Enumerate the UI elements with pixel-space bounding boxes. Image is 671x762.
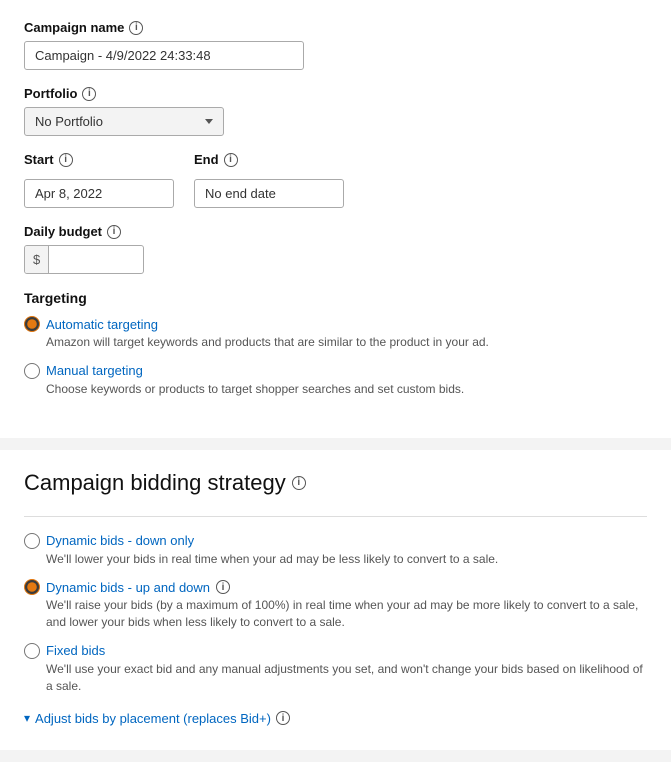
targeting-manual-item: Manual targeting Choose keywords or prod… xyxy=(24,363,647,398)
automatic-targeting-radio[interactable] xyxy=(24,316,40,332)
portfolio-info-icon[interactable]: i xyxy=(82,87,96,101)
campaign-name-label: Campaign name i xyxy=(24,20,647,35)
campaign-name-group: Campaign name i xyxy=(24,20,647,70)
start-date-field: Start i xyxy=(24,152,174,208)
campaign-name-info-icon[interactable]: i xyxy=(129,21,143,35)
down-only-label[interactable]: Dynamic bids - down only xyxy=(46,533,194,548)
targeting-radio-group: Automatic targeting Amazon will target k… xyxy=(24,316,647,398)
bidding-section: Campaign bidding strategy i Dynamic bids… xyxy=(0,450,671,750)
end-info-icon[interactable]: i xyxy=(224,153,238,167)
targeting-label: Targeting xyxy=(24,290,647,306)
up-down-radio[interactable] xyxy=(24,579,40,595)
bidding-title-info-icon[interactable]: i xyxy=(292,476,306,490)
daily-budget-label: Daily budget i xyxy=(24,224,647,239)
campaign-section: Campaign name i Portfolio i No Portfolio… xyxy=(0,0,671,438)
end-label: End i xyxy=(194,152,344,167)
bidding-fixed-item: Fixed bids We'll use your exact bid and … xyxy=(24,643,647,695)
budget-input[interactable] xyxy=(49,246,129,273)
up-down-label[interactable]: Dynamic bids - up and down xyxy=(46,580,210,595)
start-info-icon[interactable]: i xyxy=(59,153,73,167)
end-date-input[interactable] xyxy=(194,179,344,208)
end-date-field: End i xyxy=(194,152,344,208)
bidding-up-down-item: Dynamic bids - up and down i We'll raise… xyxy=(24,579,647,631)
budget-input-row: $ xyxy=(24,245,144,274)
start-date-input[interactable] xyxy=(24,179,174,208)
up-down-desc: We'll raise your bids (by a maximum of 1… xyxy=(46,597,647,631)
fixed-label[interactable]: Fixed bids xyxy=(46,643,105,658)
daily-budget-info-icon[interactable]: i xyxy=(107,225,121,239)
fixed-desc: We'll use your exact bid and any manual … xyxy=(46,661,647,695)
bidding-radio-group: Dynamic bids - down only We'll lower you… xyxy=(24,533,647,695)
manual-targeting-desc: Choose keywords or products to target sh… xyxy=(46,381,647,398)
daily-budget-group: Daily budget i $ xyxy=(24,224,647,274)
fixed-radio[interactable] xyxy=(24,643,40,659)
down-only-radio[interactable] xyxy=(24,533,40,549)
divider xyxy=(24,516,647,517)
chevron-down-icon: ▾ xyxy=(24,711,30,725)
bidding-down-only-item: Dynamic bids - down only We'll lower you… xyxy=(24,533,647,568)
down-only-desc: We'll lower your bids in real time when … xyxy=(46,551,647,568)
start-label: Start i xyxy=(24,152,174,167)
adjust-bids-info-icon[interactable]: i xyxy=(276,711,290,725)
date-row: Start i End i xyxy=(24,152,647,208)
up-down-info-icon[interactable]: i xyxy=(216,580,230,594)
automatic-targeting-label[interactable]: Automatic targeting xyxy=(46,317,158,332)
bidding-section-title: Campaign bidding strategy i xyxy=(24,470,647,496)
automatic-targeting-desc: Amazon will target keywords and products… xyxy=(46,334,647,351)
manual-targeting-radio[interactable] xyxy=(24,363,40,379)
adjust-bids-row[interactable]: ▾ Adjust bids by placement (replaces Bid… xyxy=(24,711,647,726)
manual-targeting-label[interactable]: Manual targeting xyxy=(46,363,143,378)
targeting-group: Targeting Automatic targeting Amazon wil… xyxy=(24,290,647,398)
adjust-bids-label[interactable]: Adjust bids by placement (replaces Bid+) xyxy=(35,711,271,726)
targeting-automatic-item: Automatic targeting Amazon will target k… xyxy=(24,316,647,351)
portfolio-select[interactable]: No Portfolio xyxy=(24,107,224,136)
campaign-name-input[interactable] xyxy=(24,41,304,70)
portfolio-group: Portfolio i No Portfolio xyxy=(24,86,647,136)
portfolio-label: Portfolio i xyxy=(24,86,647,101)
budget-prefix: $ xyxy=(25,246,49,273)
